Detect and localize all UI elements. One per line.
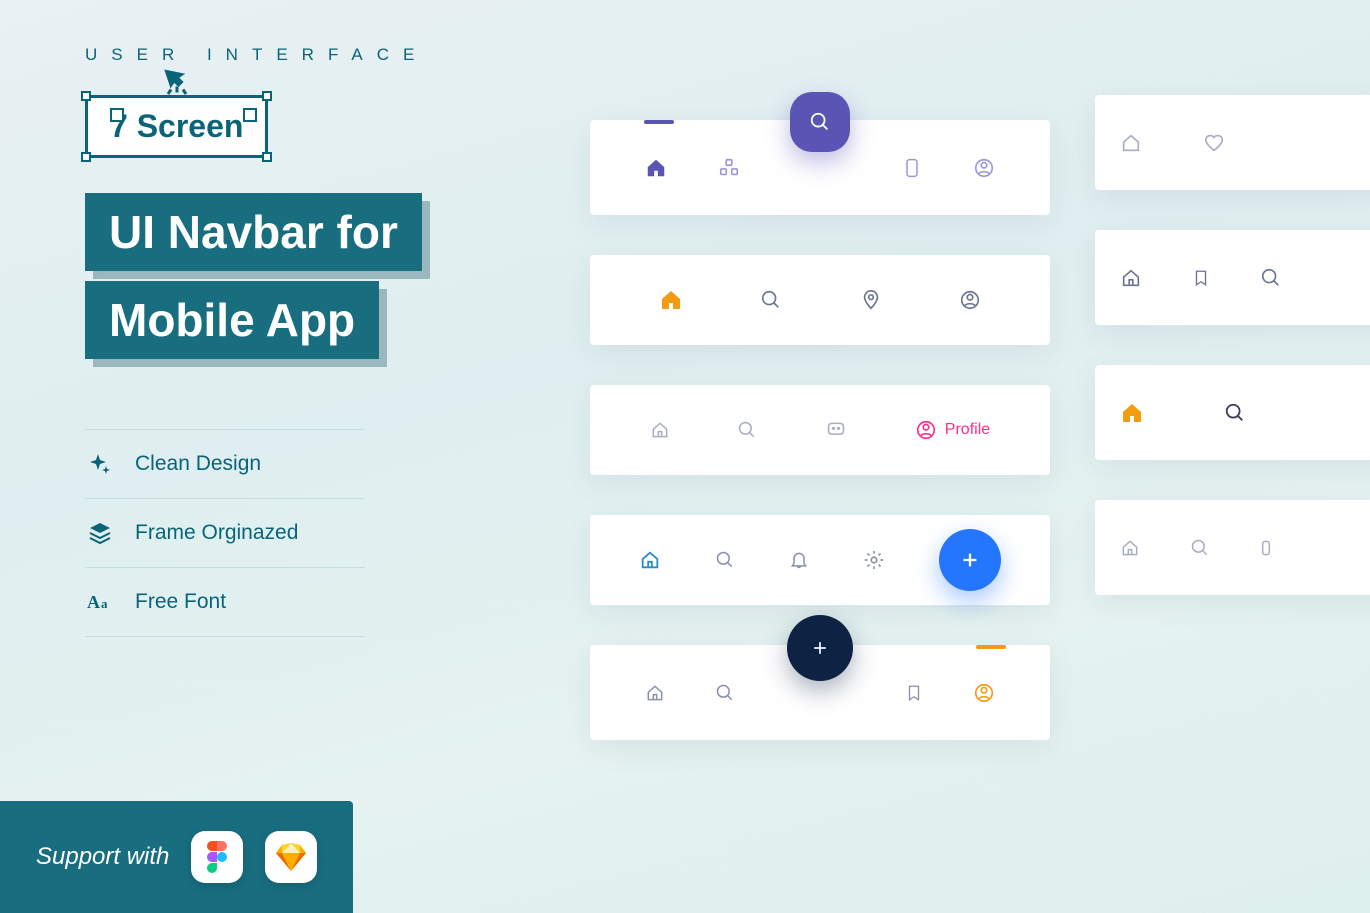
- navbar-variant-8: [1095, 365, 1370, 460]
- add-fab-dark[interactable]: [787, 615, 853, 681]
- badge-text: 7 Screen: [110, 108, 243, 144]
- navbar-variant-7: [1095, 230, 1370, 325]
- eyebrow-label: USER INTERFACE: [85, 45, 505, 65]
- figma-icon: [206, 841, 228, 873]
- floating-search-button[interactable]: [790, 92, 850, 152]
- svg-text:a: a: [101, 596, 108, 611]
- profile-icon: [915, 419, 937, 441]
- gear-icon[interactable]: [863, 549, 885, 571]
- navbar-variant-4: [590, 515, 1050, 605]
- sketch-icon: [276, 843, 306, 871]
- navbar-previews-right: [1095, 95, 1370, 635]
- profile-icon[interactable]: [973, 682, 995, 704]
- home-icon[interactable]: [1120, 132, 1142, 154]
- feature-list: Clean Design Frame Orginazed Aa Free Fon…: [85, 429, 505, 637]
- feature-label: Free Font: [135, 590, 226, 614]
- home-icon[interactable]: [645, 683, 665, 703]
- profile-nav-item[interactable]: Profile: [915, 419, 990, 441]
- profile-label: Profile: [945, 421, 990, 439]
- navbar-variant-5: [590, 645, 1050, 740]
- feature-frame-organized: Frame Orginazed: [85, 499, 365, 568]
- search-icon[interactable]: [737, 420, 757, 440]
- sketch-badge: [265, 831, 317, 883]
- navbar-variant-1: [590, 120, 1050, 215]
- active-indicator: [976, 645, 1006, 649]
- heart-icon[interactable]: [1202, 132, 1226, 154]
- main-title: UI Navbar for Mobile App: [85, 193, 505, 369]
- home-icon[interactable]: [1120, 401, 1144, 425]
- home-icon[interactable]: [1120, 267, 1142, 289]
- bookmark-icon[interactable]: [1192, 267, 1210, 289]
- active-indicator: [644, 120, 674, 124]
- more-icon[interactable]: [1260, 538, 1272, 558]
- home-icon[interactable]: [645, 157, 667, 179]
- home-icon[interactable]: [650, 420, 670, 440]
- title-line-2: Mobile App: [85, 281, 379, 359]
- home-icon[interactable]: [659, 288, 683, 312]
- navbar-variant-6: [1095, 95, 1370, 190]
- sparkle-icon: [85, 452, 115, 476]
- bookmark-icon[interactable]: [905, 682, 923, 704]
- search-icon[interactable]: [760, 289, 782, 311]
- profile-icon[interactable]: [959, 289, 981, 311]
- feature-label: Frame Orginazed: [135, 521, 298, 545]
- navbar-variant-2: [590, 255, 1050, 345]
- figma-badge: [191, 831, 243, 883]
- search-icon[interactable]: [1224, 402, 1246, 424]
- navbar-variant-3: Profile: [590, 385, 1050, 475]
- search-icon[interactable]: [715, 683, 735, 703]
- layers-icon: [85, 521, 115, 545]
- home-icon[interactable]: [1120, 538, 1140, 558]
- home-icon[interactable]: [639, 549, 661, 571]
- search-icon[interactable]: [715, 550, 735, 570]
- font-icon: Aa: [85, 590, 115, 614]
- profile-icon[interactable]: [973, 157, 995, 179]
- feature-clean-design: Clean Design: [85, 429, 365, 499]
- plus-icon: [959, 549, 981, 571]
- svg-text:A: A: [87, 592, 100, 612]
- screen-count-badge: 7 Screen: [85, 95, 268, 158]
- chat-icon[interactable]: [825, 420, 847, 440]
- support-label: Support with: [36, 843, 169, 871]
- navbar-previews-center: Profile: [590, 120, 1050, 780]
- title-line-1: UI Navbar for: [85, 193, 422, 271]
- bell-icon[interactable]: [789, 549, 809, 571]
- search-icon: [809, 111, 831, 133]
- search-icon[interactable]: [1190, 538, 1210, 558]
- location-icon[interactable]: [860, 288, 882, 312]
- category-icon[interactable]: [718, 157, 740, 179]
- feature-label: Clean Design: [135, 452, 261, 476]
- feature-free-font: Aa Free Font: [85, 568, 365, 637]
- plus-icon: [810, 638, 830, 658]
- navbar-variant-9: [1095, 500, 1370, 595]
- phone-icon[interactable]: [902, 157, 922, 179]
- support-banner: Support with: [0, 801, 353, 913]
- search-icon[interactable]: [1260, 267, 1282, 289]
- add-fab[interactable]: [939, 529, 1001, 591]
